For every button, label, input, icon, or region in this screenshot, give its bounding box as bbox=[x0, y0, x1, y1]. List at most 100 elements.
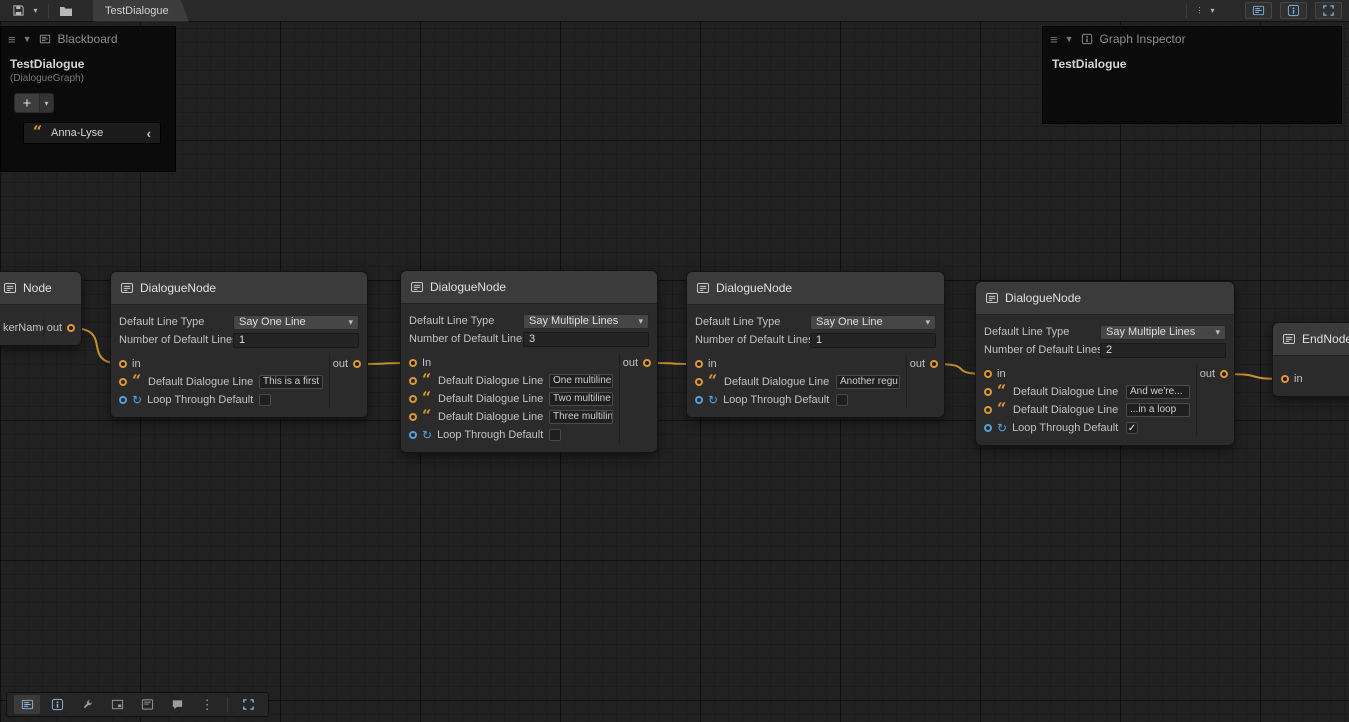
port-text-field[interactable]: Two multiline bbox=[549, 392, 613, 406]
field-input[interactable]: 2 bbox=[1100, 343, 1226, 358]
port-checkbox[interactable] bbox=[836, 394, 848, 406]
output-port-icon[interactable] bbox=[1220, 370, 1228, 378]
port-loop-through-default-lines[interactable]: ↻Loop Through Default Lines? bbox=[687, 391, 906, 409]
field-dropdown[interactable]: Say Multiple Lines▾ bbox=[1100, 325, 1226, 340]
port-checkbox[interactable] bbox=[259, 394, 271, 406]
port-default-dialogue-line-2[interactable]: “Default Dialogue Line 2Two multiline bbox=[401, 390, 619, 408]
port-circle-icon[interactable] bbox=[984, 424, 992, 432]
port-out[interactable]: out bbox=[620, 354, 657, 372]
open-asset-button[interactable] bbox=[55, 2, 77, 20]
port-circle-icon[interactable] bbox=[695, 378, 703, 386]
port-in[interactable]: in bbox=[687, 355, 906, 373]
output-port-icon[interactable] bbox=[643, 359, 651, 367]
port-default-dialogue-line-2[interactable]: “Default Dialogue Line 2...in a loop bbox=[976, 401, 1196, 419]
port-default-dialogue-line-1[interactable]: “Default Dialogue Line 1One multiline bbox=[401, 372, 619, 390]
input-port-icon[interactable] bbox=[409, 359, 417, 367]
port-out[interactable]: out bbox=[44, 319, 81, 337]
field-input[interactable]: 3 bbox=[523, 332, 649, 347]
output-port-icon[interactable] bbox=[353, 360, 361, 368]
input-port-icon[interactable] bbox=[119, 360, 127, 368]
output-port-icon[interactable] bbox=[930, 360, 938, 368]
more-options-button[interactable]: ⋮ bbox=[194, 695, 220, 714]
node-endnode[interactable]: EndNode in bbox=[1272, 322, 1349, 397]
port-checkbox[interactable] bbox=[549, 429, 561, 441]
port-circle-icon[interactable] bbox=[409, 395, 417, 403]
port-out[interactable]: out bbox=[1197, 365, 1234, 383]
port-default-dialogue-line-1[interactable]: “Default Dialogue Line 1And we're... bbox=[976, 383, 1196, 401]
input-port-icon[interactable] bbox=[695, 360, 703, 368]
port-text-field[interactable]: One multiline bbox=[549, 374, 613, 388]
tab-testdialogue[interactable]: TestDialogue bbox=[93, 0, 189, 22]
port-text-field[interactable]: And we're... bbox=[1126, 385, 1190, 399]
add-variable-button[interactable]: + bbox=[14, 93, 40, 113]
chevron-left-icon[interactable]: ‹ bbox=[147, 126, 151, 141]
field-input[interactable]: 1 bbox=[810, 333, 936, 348]
port-out[interactable]: out bbox=[330, 355, 367, 373]
port-default-dialogue-line-3[interactable]: “Default Dialogue Line 3Three multilin bbox=[401, 408, 619, 426]
hamburger-icon[interactable]: ≡ bbox=[1050, 32, 1058, 47]
port-circle-icon[interactable] bbox=[119, 378, 127, 386]
port-circle-icon[interactable] bbox=[984, 388, 992, 396]
port-in[interactable]: in bbox=[111, 355, 329, 373]
port-circle-icon[interactable] bbox=[409, 431, 417, 439]
node-title-bar[interactable]: DialogueNode bbox=[687, 272, 944, 305]
output-port-icon[interactable] bbox=[67, 324, 75, 332]
port-loop-through-default-lines[interactable]: ↻Loop Through Default Lines? bbox=[111, 391, 329, 409]
port-loop-through-default-lines[interactable]: ↻Loop Through Default Lines? bbox=[401, 426, 619, 444]
field-dropdown[interactable]: Say Multiple Lines▾ bbox=[523, 314, 649, 329]
tools-button[interactable] bbox=[74, 695, 100, 714]
node-title-bar[interactable]: DialogueNode bbox=[976, 282, 1234, 315]
blackboard-variable-anna-lyse[interactable]: “ Anna-Lyse ‹ bbox=[23, 122, 161, 144]
input-port-icon[interactable] bbox=[1281, 375, 1289, 383]
port-default-dialogue-line[interactable]: “Default Dialogue LineThis is a first bbox=[111, 373, 329, 391]
graph-inspector-header[interactable]: ≡ ▼ Graph Inspector bbox=[1043, 27, 1341, 51]
node-title-bar[interactable]: DialogueNode bbox=[111, 272, 367, 305]
node-dialoguenode[interactable]: DialogueNodeDefault Line TypeSay Multipl… bbox=[975, 281, 1235, 446]
node-dialoguenode[interactable]: DialogueNodeDefault Line TypeSay One Lin… bbox=[110, 271, 368, 418]
minimap-button[interactable] bbox=[104, 695, 130, 714]
node-node[interactable]: Node kerNameout bbox=[0, 271, 82, 346]
node-title-bar[interactable]: Node bbox=[0, 272, 81, 305]
collapse-caret-icon[interactable]: ▼ bbox=[23, 34, 32, 44]
port-circle-icon[interactable] bbox=[409, 413, 417, 421]
port-out[interactable]: out bbox=[907, 355, 944, 373]
port-in[interactable]: In bbox=[401, 354, 619, 372]
port-text-field[interactable]: ...in a loop bbox=[1126, 403, 1190, 417]
blackboard-header[interactable]: ≡ ▼ Blackboard bbox=[1, 27, 175, 51]
port-loop-through-default-lines[interactable]: ↻Loop Through Default Lines?✓ bbox=[976, 419, 1196, 437]
board-button[interactable] bbox=[134, 695, 160, 714]
port-circle-icon[interactable] bbox=[695, 396, 703, 404]
node-dialoguenode[interactable]: DialogueNodeDefault Line TypeSay One Lin… bbox=[686, 271, 945, 418]
port-checkbox[interactable]: ✓ bbox=[1126, 422, 1138, 434]
port-text-field[interactable]: Three multilin bbox=[549, 410, 613, 424]
toggle-blackboard-button[interactable] bbox=[1245, 2, 1272, 19]
port-kername[interactable]: kerName bbox=[0, 319, 43, 337]
frame-all-button[interactable] bbox=[1315, 2, 1342, 19]
port-circle-icon[interactable] bbox=[409, 377, 417, 385]
save-button[interactable] bbox=[7, 2, 29, 20]
field-input[interactable]: 1 bbox=[233, 333, 359, 348]
toggle-inspector-button[interactable] bbox=[44, 695, 70, 714]
node-dialoguenode[interactable]: DialogueNodeDefault Line TypeSay Multipl… bbox=[400, 270, 658, 453]
toggle-blackboard-button[interactable] bbox=[14, 695, 40, 714]
add-variable-dropdown[interactable]: ▾ bbox=[40, 93, 54, 113]
toggle-inspector-button[interactable] bbox=[1280, 2, 1307, 19]
port-in[interactable]: in bbox=[976, 365, 1196, 383]
port-text-field[interactable]: This is a first bbox=[259, 375, 323, 389]
collapse-caret-icon[interactable]: ▼ bbox=[1065, 34, 1074, 44]
port-in[interactable]: in bbox=[1273, 370, 1349, 388]
node-title-bar[interactable]: EndNode bbox=[1273, 323, 1349, 356]
hamburger-icon[interactable]: ≡ bbox=[8, 32, 16, 47]
overflow-menu-caret[interactable]: ▾ bbox=[1206, 2, 1219, 20]
overflow-menu-button[interactable]: ⋮ bbox=[1193, 2, 1206, 20]
port-circle-icon[interactable] bbox=[119, 396, 127, 404]
input-port-icon[interactable] bbox=[984, 370, 992, 378]
dialogue-preview-button[interactable] bbox=[164, 695, 190, 714]
node-title-bar[interactable]: DialogueNode bbox=[401, 271, 657, 304]
port-circle-icon[interactable] bbox=[984, 406, 992, 414]
field-dropdown[interactable]: Say One Line▾ bbox=[233, 315, 359, 330]
focus-graph-button[interactable] bbox=[235, 695, 261, 714]
save-dropdown-button[interactable]: ▾ bbox=[29, 2, 42, 20]
field-dropdown[interactable]: Say One Line▾ bbox=[810, 315, 936, 330]
port-text-field[interactable]: Another regu bbox=[836, 375, 900, 389]
